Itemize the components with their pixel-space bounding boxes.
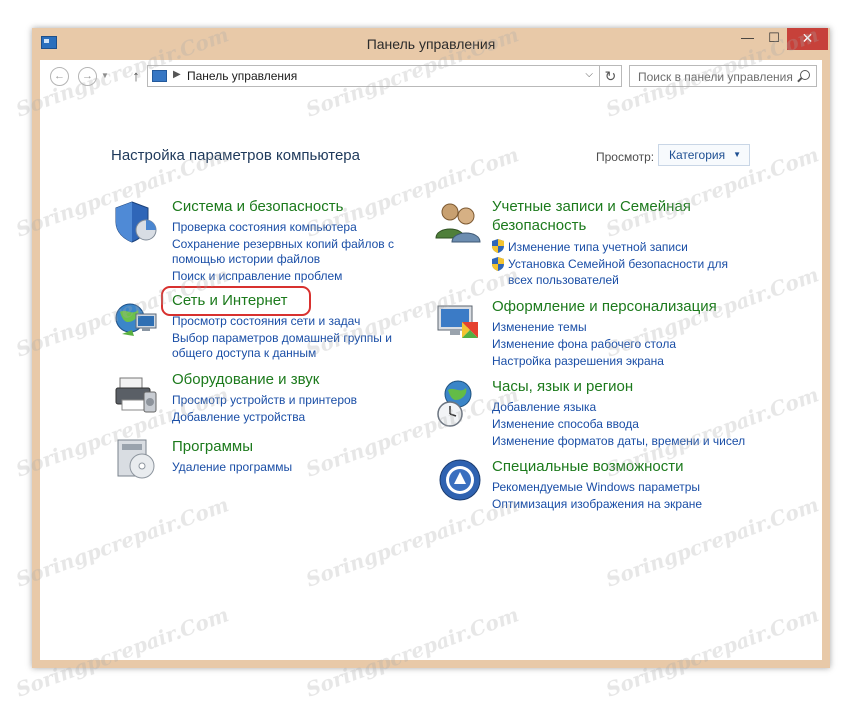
link-uninstall-program[interactable]: Удаление программы — [172, 460, 292, 474]
user-accounts-icon[interactable] — [434, 198, 482, 246]
link-homegroup-cont[interactable]: общего доступа к данным — [172, 346, 316, 360]
view-label: Просмотр: — [596, 150, 655, 164]
control-panel-window: Панель управления — ☐ ✕ ← → ▼ ↑ ▶ Панель… — [32, 28, 830, 668]
link-change-theme[interactable]: Изменение темы — [492, 320, 587, 334]
breadcrumb[interactable]: Панель управления — [187, 69, 297, 83]
uac-shield-icon — [492, 239, 504, 253]
link-backup-files-cont[interactable]: помощью истории файлов — [172, 252, 320, 266]
link-change-input-method[interactable]: Изменение способа ввода — [492, 417, 639, 431]
category-title-cont[interactable]: безопасность — [492, 217, 586, 234]
breadcrumb-arrow-icon[interactable]: ▶ — [173, 69, 181, 80]
link-recommended-settings[interactable]: Рекомендуемые Windows параметры — [492, 480, 700, 494]
link-change-account-type[interactable]: Изменение типа учетной записи — [508, 240, 688, 254]
view-mode-dropdown[interactable]: Категория — [658, 144, 750, 166]
refresh-button[interactable]: ↻ — [600, 65, 622, 87]
category-title[interactable]: Оборудование и звук — [172, 371, 319, 388]
link-screen-resolution[interactable]: Настройка разрешения экрана — [492, 354, 664, 368]
category-title[interactable]: Программы — [172, 438, 253, 455]
link-family-safety-cont[interactable]: всех пользователей — [508, 273, 619, 287]
search-icon[interactable] — [800, 70, 810, 80]
link-optimize-display[interactable]: Оптимизация изображения на экране — [492, 497, 702, 511]
page-title: Настройка параметров компьютера — [111, 147, 360, 164]
address-dropdown-icon[interactable]: ⌵ — [585, 69, 593, 80]
link-network-status[interactable]: Просмотр состояния сети и задач — [172, 314, 360, 328]
link-backup-files[interactable]: Сохранение резервных копий файлов с — [172, 237, 394, 251]
link-family-safety[interactable]: Установка Семейной безопасности для — [508, 257, 728, 271]
ease-of-access-icon[interactable] — [438, 458, 482, 502]
client-area: ← → ▼ ↑ ▶ Панель управления ⌵ ↻ Поиск в … — [40, 60, 822, 660]
